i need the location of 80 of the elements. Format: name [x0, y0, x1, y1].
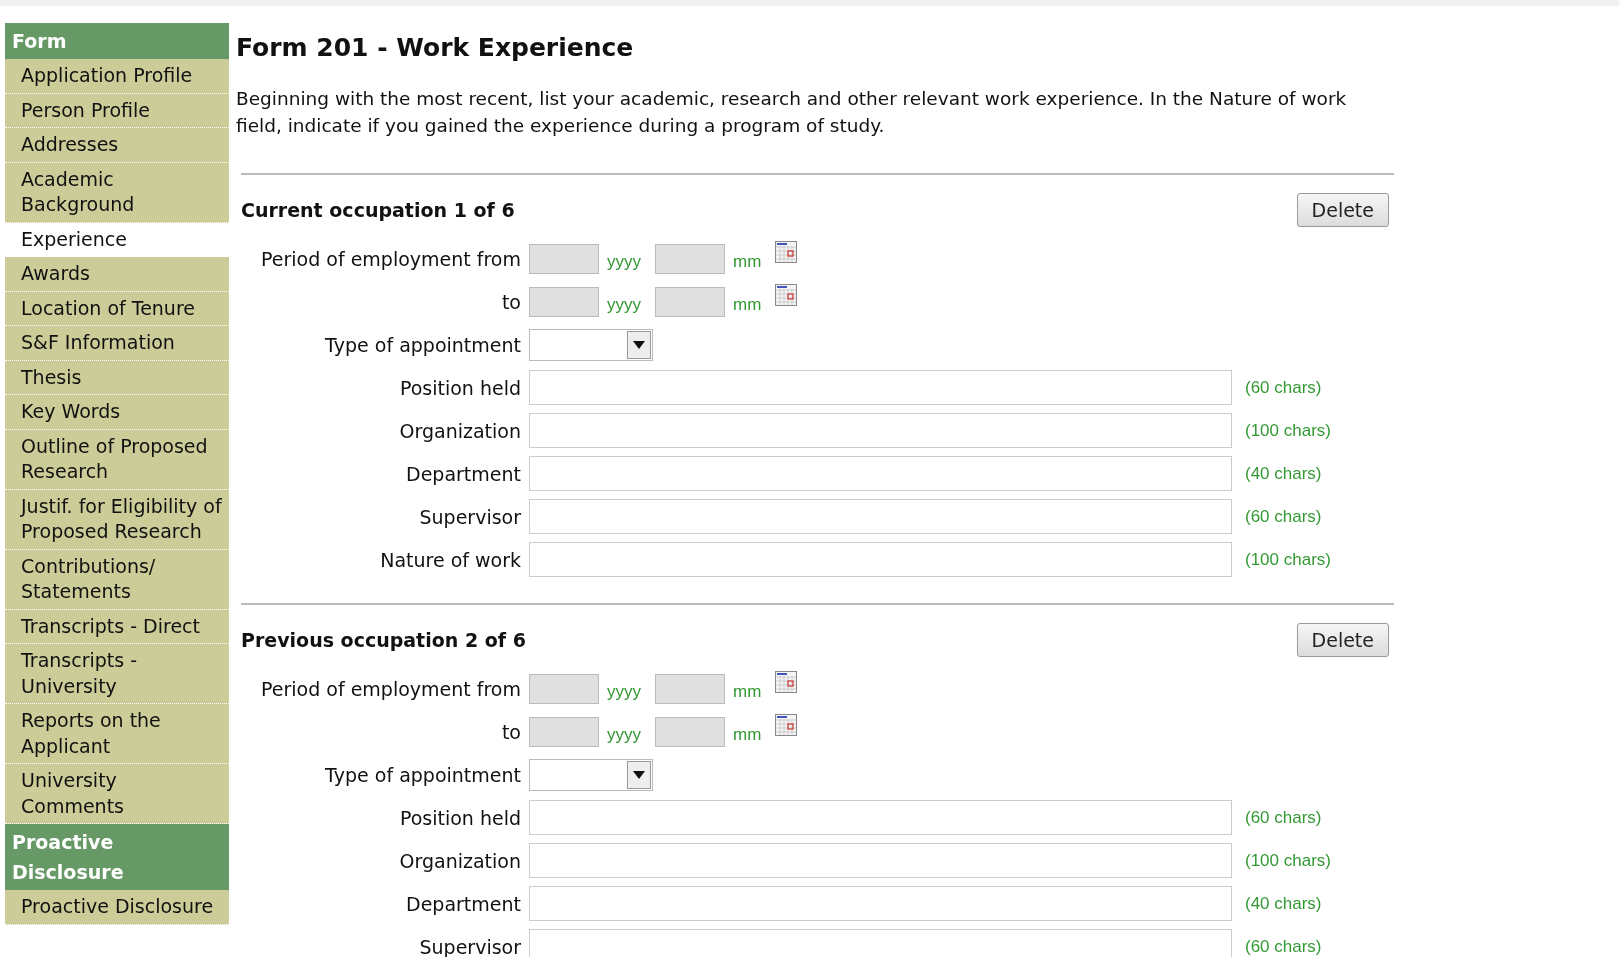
page-title: Form 201 - Work Experience	[236, 33, 635, 63]
field-label: Type of appointment	[324, 333, 522, 356]
field-label: Supervisor	[418, 935, 522, 957]
sidebar-item[interactable]: Justif. for Eligibility of Proposed Research	[5, 489, 229, 550]
month-input[interactable]	[655, 243, 725, 274]
calendar-icon[interactable]	[775, 240, 798, 263]
char-limit: (40 chars)	[1245, 893, 1322, 914]
year-hint: yyyy	[607, 294, 641, 315]
section-heading: Previous occupation 2 of 6	[241, 629, 526, 651]
field-label: Department	[405, 892, 522, 915]
month-hint: mm	[733, 251, 762, 272]
sidebar-section-header: Proactive Disclosure	[5, 824, 229, 890]
month-hint: mm	[733, 294, 762, 315]
year-hint: yyyy	[607, 681, 641, 702]
text-input[interactable]	[529, 413, 1232, 448]
text-input[interactable]	[529, 456, 1232, 491]
sidebar-item[interactable]: Person Profile	[5, 93, 229, 128]
char-limit: (60 chars)	[1245, 936, 1322, 957]
char-limit: (40 chars)	[1245, 463, 1322, 484]
dropdown-arrow-icon[interactable]	[633, 340, 645, 349]
delete-button[interactable]: Delete	[1296, 193, 1389, 227]
month-input[interactable]	[655, 286, 725, 317]
field-label: Organization	[398, 419, 522, 442]
field-label: Period of employment from	[260, 247, 522, 270]
sidebar-item[interactable]: Transcripts - University	[5, 644, 229, 704]
text-input[interactable]	[529, 886, 1232, 921]
sidebar-item[interactable]: Addresses	[5, 128, 229, 163]
delete-button[interactable]: Delete	[1296, 623, 1389, 657]
sidebar-item[interactable]: Awards	[5, 257, 229, 292]
sidebar-item[interactable]: Proactive Disclosure	[5, 890, 229, 925]
field-label: Type of appointment	[324, 763, 522, 786]
year-input[interactable]	[529, 286, 599, 317]
month-hint: mm	[733, 724, 762, 745]
month-hint: mm	[733, 681, 762, 702]
dropdown-arrow-icon[interactable]	[633, 770, 645, 779]
sidebar-item[interactable]: Outline of Proposed Research	[5, 429, 229, 490]
char-limit: (100 chars)	[1245, 850, 1331, 871]
text-input[interactable]	[529, 542, 1232, 577]
field-label: Nature of work	[379, 548, 522, 571]
sidebar-section-header: Form	[5, 23, 229, 59]
year-input[interactable]	[529, 673, 599, 704]
calendar-icon[interactable]	[775, 670, 798, 693]
sidebar-item[interactable]: Transcripts - Direct	[5, 609, 229, 644]
field-label: to	[500, 720, 522, 743]
year-hint: yyyy	[607, 724, 641, 745]
char-limit: (100 chars)	[1245, 420, 1331, 441]
text-input[interactable]	[529, 843, 1232, 878]
sidebar-item[interactable]: Academic Background	[5, 162, 229, 223]
field-label: to	[500, 290, 522, 313]
sidebar-item[interactable]: Reports on the Applicant	[5, 704, 229, 764]
section-heading: Current occupation 1 of 6	[241, 199, 515, 221]
sidebar-item[interactable]: University Comments	[5, 764, 229, 824]
sidebar-item[interactable]: Location of Tenure	[5, 291, 229, 326]
calendar-icon[interactable]	[775, 713, 798, 736]
field-label: Position held	[398, 806, 522, 829]
year-hint: yyyy	[607, 251, 641, 272]
sidebar-item[interactable]: Contributions/ Statements	[5, 549, 229, 610]
field-label: Period of employment from	[260, 677, 522, 700]
sidebar-item[interactable]: Thesis	[5, 360, 229, 395]
char-limit: (100 chars)	[1245, 549, 1331, 570]
text-input[interactable]	[529, 499, 1232, 534]
calendar-icon[interactable]	[775, 283, 798, 306]
intro-text: Beginning with the most recent, list your academic, research and other relevant work experience. In the Nature of work field, indicate if you gained the experience during a program of study.	[236, 87, 1348, 138]
text-input[interactable]	[529, 929, 1232, 957]
sidebar-item[interactable]: Application Profile	[5, 59, 229, 94]
text-input[interactable]	[529, 370, 1232, 405]
month-input[interactable]	[655, 716, 725, 747]
year-input[interactable]	[529, 243, 599, 274]
text-input[interactable]	[529, 800, 1232, 835]
year-input[interactable]	[529, 716, 599, 747]
sidebar-item[interactable]: S&F Information	[5, 326, 229, 361]
char-limit: (60 chars)	[1245, 807, 1322, 828]
sidebar-item[interactable]: Key Words	[5, 395, 229, 430]
field-label: Department	[405, 462, 522, 485]
field-label: Organization	[398, 849, 522, 872]
char-limit: (60 chars)	[1245, 377, 1322, 398]
char-limit: (60 chars)	[1245, 506, 1322, 527]
month-input[interactable]	[655, 673, 725, 704]
field-label: Supervisor	[418, 505, 522, 528]
field-label: Position held	[398, 376, 522, 399]
